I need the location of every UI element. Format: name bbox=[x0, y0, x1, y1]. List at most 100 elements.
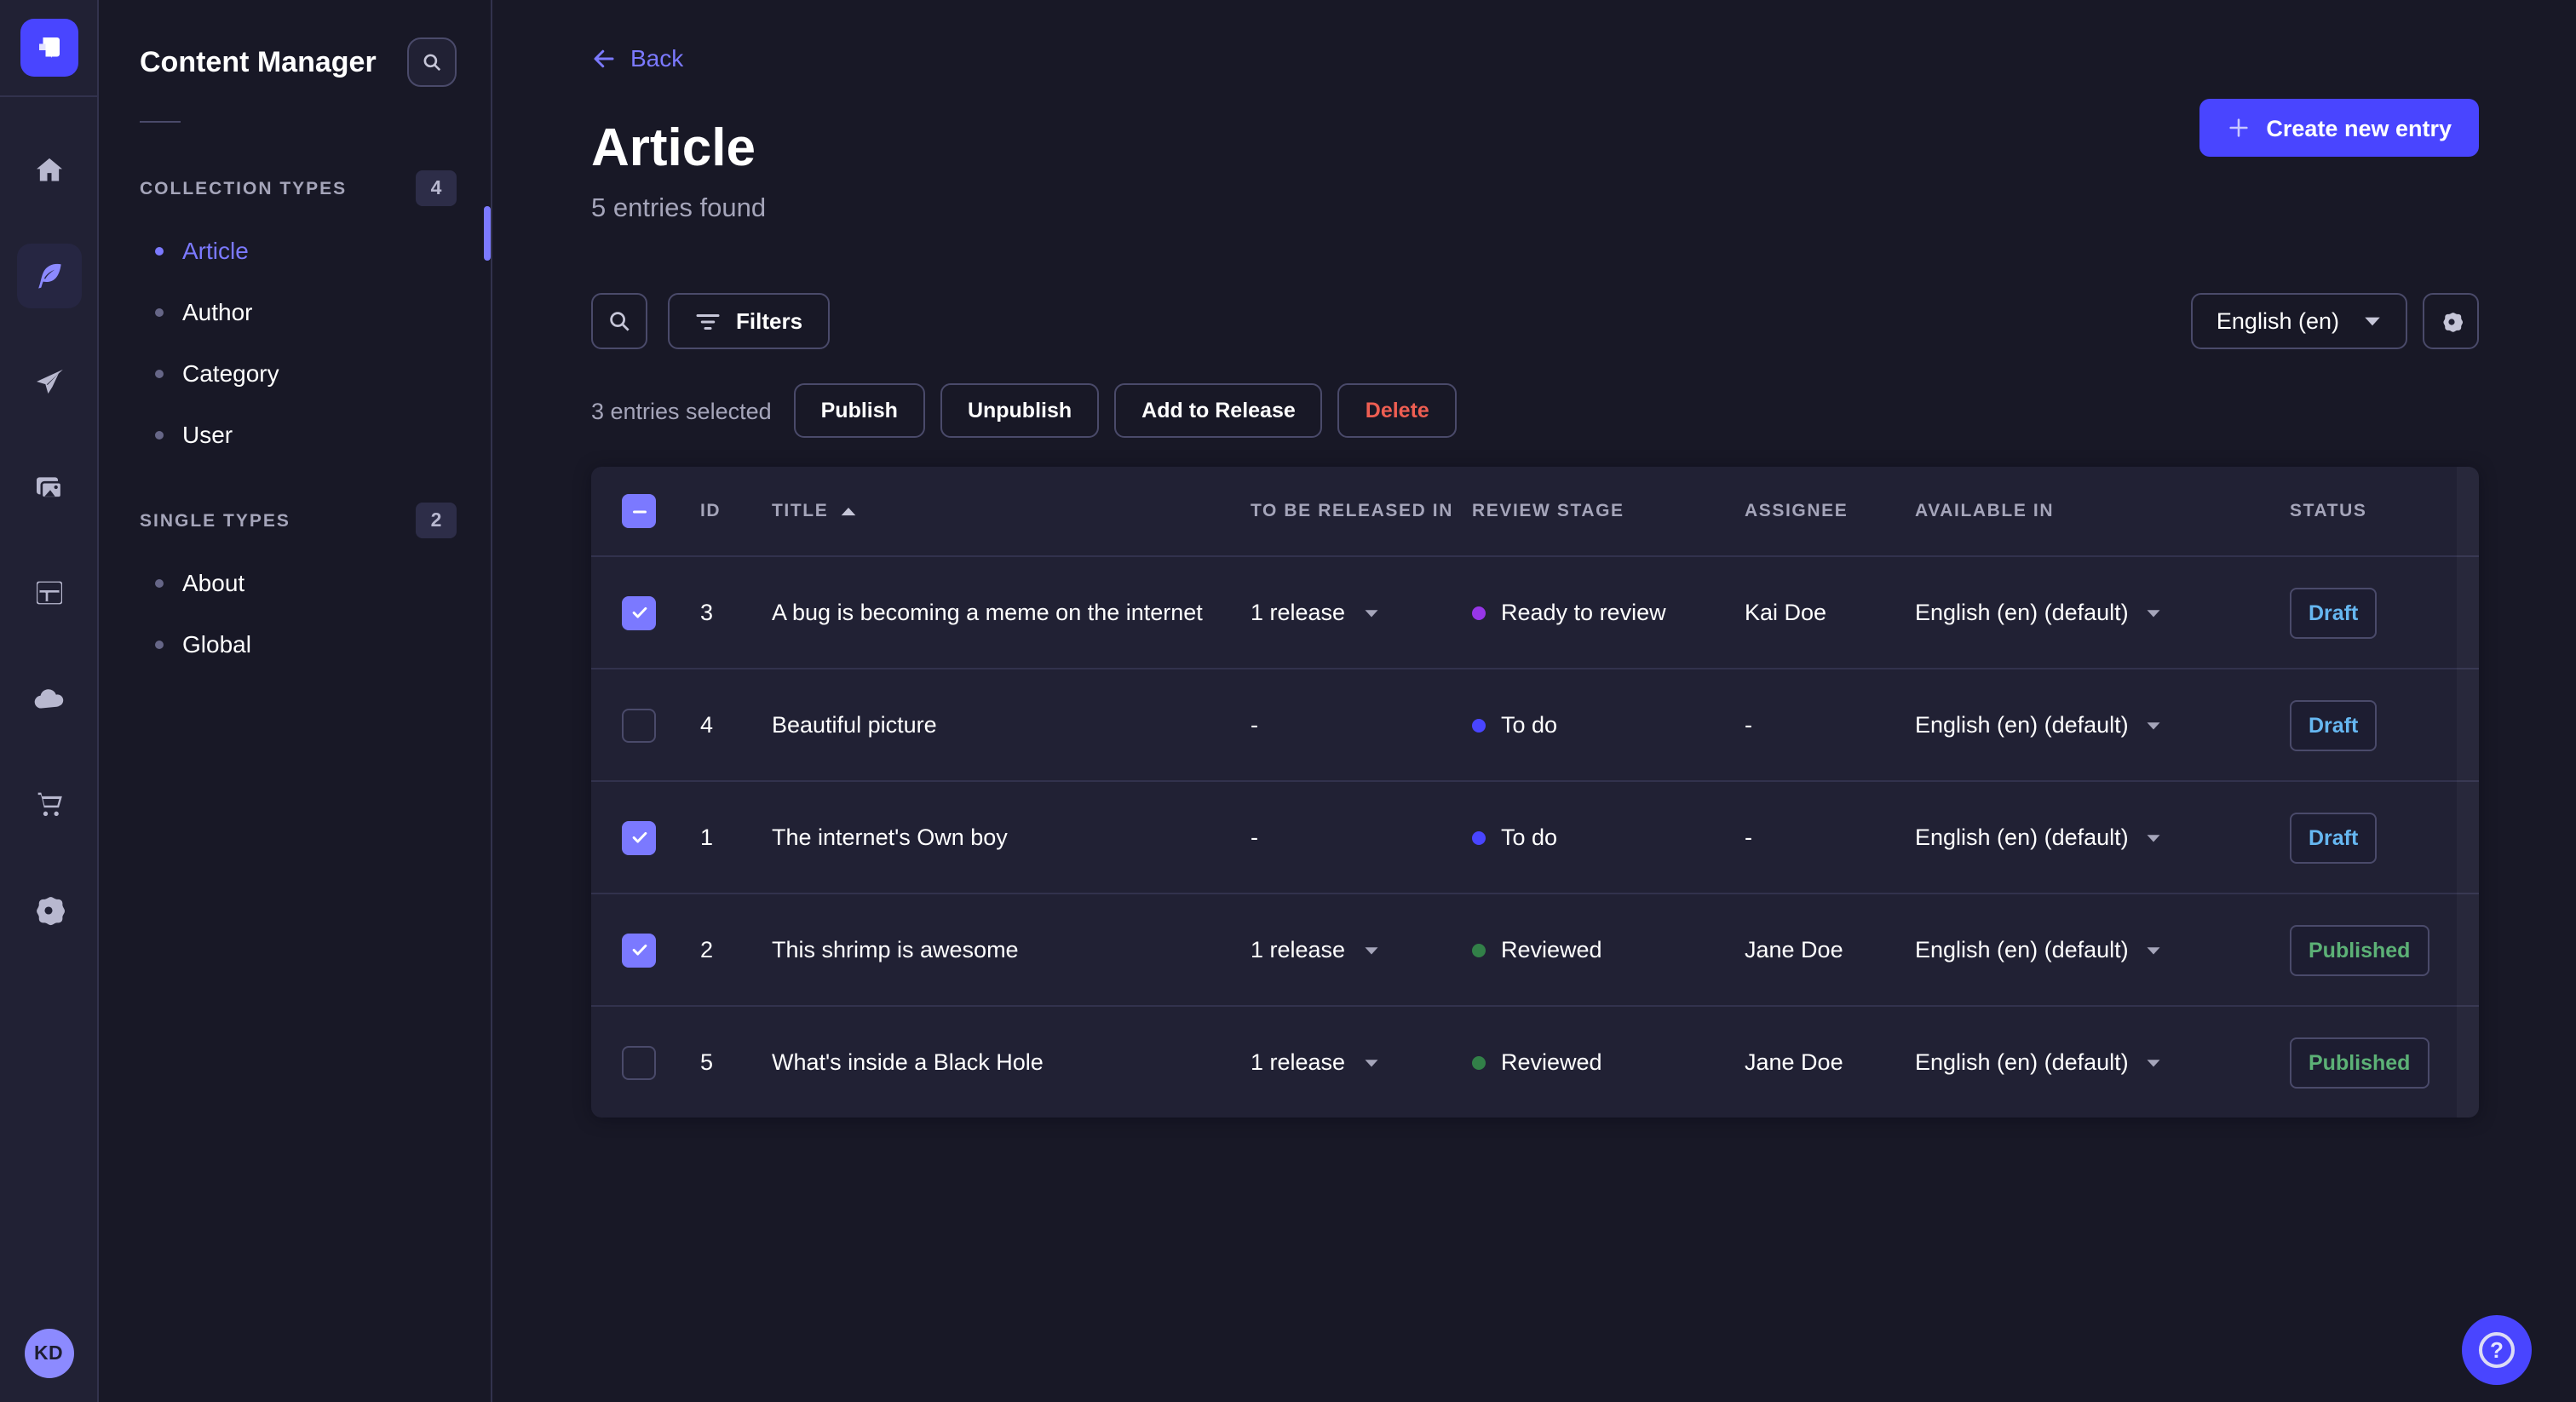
subnav-item-user[interactable]: User bbox=[99, 404, 491, 465]
filters-button[interactable]: Filters bbox=[668, 293, 831, 350]
cloud-icon bbox=[34, 688, 64, 708]
nav-releases[interactable] bbox=[16, 349, 81, 414]
table-row[interactable]: 3 A bug is becoming a meme on the intern… bbox=[591, 555, 2479, 668]
cell-available-in[interactable]: English (en) (default) bbox=[1915, 937, 2290, 962]
gear-icon bbox=[2442, 312, 2462, 331]
chevron-down-icon bbox=[1364, 609, 1377, 617]
cell-assignee: Jane Doe bbox=[1745, 1049, 1843, 1076]
back-link[interactable]: Back bbox=[591, 44, 683, 72]
nav-settings[interactable] bbox=[16, 877, 81, 942]
check-icon bbox=[631, 945, 647, 956]
subnav-item-global[interactable]: Global bbox=[99, 613, 491, 675]
check-icon bbox=[631, 607, 647, 618]
header-id[interactable]: ID bbox=[700, 501, 772, 521]
nav-home[interactable] bbox=[16, 138, 81, 203]
strapi-logo[interactable] bbox=[20, 19, 78, 77]
chevron-down-icon bbox=[2146, 832, 2163, 842]
chevron-down-icon bbox=[2146, 945, 2163, 955]
cell-assignee: - bbox=[1745, 712, 1752, 738]
cell-title: The internet's Own boy bbox=[772, 825, 1008, 851]
cell-available-in[interactable]: English (en) (default) bbox=[1915, 825, 2290, 850]
nav-media-library[interactable] bbox=[16, 455, 81, 520]
delete-button[interactable]: Delete bbox=[1337, 383, 1457, 439]
header-assignee[interactable]: ASSIGNEE bbox=[1745, 501, 1915, 521]
bullet-icon bbox=[155, 430, 164, 439]
cell-released-in[interactable]: 1 release bbox=[1251, 937, 1472, 962]
locale-select[interactable]: English (en) bbox=[2190, 293, 2407, 350]
cell-available-in[interactable]: English (en) (default) bbox=[1915, 1049, 2290, 1075]
table-row[interactable]: 1 The internet's Own boy - To do - Engli… bbox=[591, 780, 2479, 893]
media-library-icon bbox=[36, 477, 62, 499]
subnav-item-article[interactable]: Article bbox=[99, 220, 491, 281]
create-new-entry-button[interactable]: Create new entry bbox=[2199, 99, 2479, 157]
entries-table: ID TITLE TO BE RELEASED IN REVIEW STAGE … bbox=[591, 467, 2479, 1118]
check-icon bbox=[631, 832, 647, 843]
review-stage-dot bbox=[1472, 943, 1486, 957]
table-row[interactable]: 5 What's inside a Black Hole 1 release R… bbox=[591, 1005, 2479, 1118]
nav-marketplace[interactable] bbox=[16, 772, 81, 836]
indeterminate-icon bbox=[632, 509, 646, 513]
home-icon bbox=[36, 158, 61, 181]
user-avatar[interactable]: KD bbox=[24, 1329, 73, 1378]
review-stage-dot bbox=[1472, 1055, 1486, 1070]
row-checkbox[interactable] bbox=[622, 820, 656, 855]
locale-value: English (en) bbox=[2216, 308, 2339, 335]
row-checkbox[interactable] bbox=[622, 708, 656, 743]
table-header-row: ID TITLE TO BE RELEASED IN REVIEW STAGE … bbox=[591, 467, 2479, 555]
list-settings-button[interactable] bbox=[2423, 293, 2479, 350]
row-checkbox[interactable] bbox=[622, 595, 656, 630]
single-types-label: SINGLE TYPES bbox=[140, 510, 290, 531]
header-review-stage[interactable]: REVIEW STAGE bbox=[1472, 501, 1745, 521]
header-status[interactable]: STATUS bbox=[2290, 501, 2448, 521]
table-row[interactable]: 2 This shrimp is awesome 1 release Revie… bbox=[591, 893, 2479, 1005]
cell-released-in[interactable]: 1 release bbox=[1251, 600, 1472, 625]
header-available-in[interactable]: AVAILABLE IN bbox=[1915, 501, 2290, 521]
subnav-scrollbar-thumb[interactable] bbox=[484, 206, 491, 261]
add-to-release-button[interactable]: Add to Release bbox=[1114, 383, 1323, 439]
cell-available-in[interactable]: English (en) (default) bbox=[1915, 712, 2290, 738]
question-mark-icon: ? bbox=[2479, 1332, 2515, 1368]
nav-divider bbox=[0, 95, 97, 97]
publish-button[interactable]: Publish bbox=[793, 383, 925, 439]
review-stage-dot bbox=[1472, 606, 1486, 620]
subnav-title: Content Manager bbox=[140, 45, 377, 78]
header-released-in[interactable]: TO BE RELEASED IN bbox=[1251, 501, 1472, 521]
cell-id: 2 bbox=[700, 937, 714, 963]
unpublish-button[interactable]: Unpublish bbox=[940, 383, 1100, 439]
cell-released-in[interactable]: - bbox=[1251, 712, 1472, 738]
selection-count: 3 entries selected bbox=[591, 398, 772, 424]
subnav-item-label: User bbox=[182, 421, 233, 448]
cell-title: A bug is becoming a meme on the internet bbox=[772, 600, 1203, 626]
subnav-item-category[interactable]: Category bbox=[99, 342, 491, 404]
search-button[interactable] bbox=[591, 293, 647, 350]
entries-count: 5 entries found bbox=[591, 194, 767, 224]
subnav-item-author[interactable]: Author bbox=[99, 281, 491, 342]
nav-content-type-builder[interactable] bbox=[16, 560, 81, 625]
cell-review-stage: To do bbox=[1472, 712, 1745, 738]
selection-bar: 3 entries selected Publish Unpublish Add… bbox=[591, 383, 2479, 439]
bullet-icon bbox=[155, 640, 164, 648]
table-row[interactable]: 4 Beautiful picture - To do - English (e… bbox=[591, 668, 2479, 780]
status-badge: Published bbox=[2290, 1037, 2429, 1089]
row-checkbox[interactable] bbox=[622, 933, 656, 968]
help-button[interactable]: ? bbox=[2462, 1315, 2532, 1385]
cell-review-stage: To do bbox=[1472, 825, 1745, 850]
page-title: Article bbox=[591, 117, 756, 176]
status-badge: Draft bbox=[2290, 587, 2378, 639]
chevron-down-icon bbox=[2363, 315, 2382, 327]
table-scrollbar-track[interactable] bbox=[2457, 467, 2479, 1118]
filter-icon bbox=[696, 313, 720, 330]
feather-icon bbox=[37, 263, 60, 289]
nav-cloud[interactable] bbox=[16, 666, 81, 731]
row-checkbox[interactable] bbox=[622, 1045, 656, 1080]
subnav-search-button[interactable] bbox=[407, 37, 457, 87]
subnav-item-about[interactable]: About bbox=[99, 552, 491, 613]
header-title[interactable]: TITLE bbox=[772, 501, 1251, 521]
cell-available-in[interactable]: English (en) (default) bbox=[1915, 600, 2290, 625]
cell-released-in[interactable]: - bbox=[1251, 825, 1472, 850]
paper-plane-icon bbox=[36, 369, 62, 394]
cell-title: What's inside a Black Hole bbox=[772, 1049, 1044, 1076]
cell-released-in[interactable]: 1 release bbox=[1251, 1049, 1472, 1075]
nav-content-manager[interactable] bbox=[16, 244, 81, 308]
select-all-checkbox[interactable] bbox=[622, 494, 656, 529]
